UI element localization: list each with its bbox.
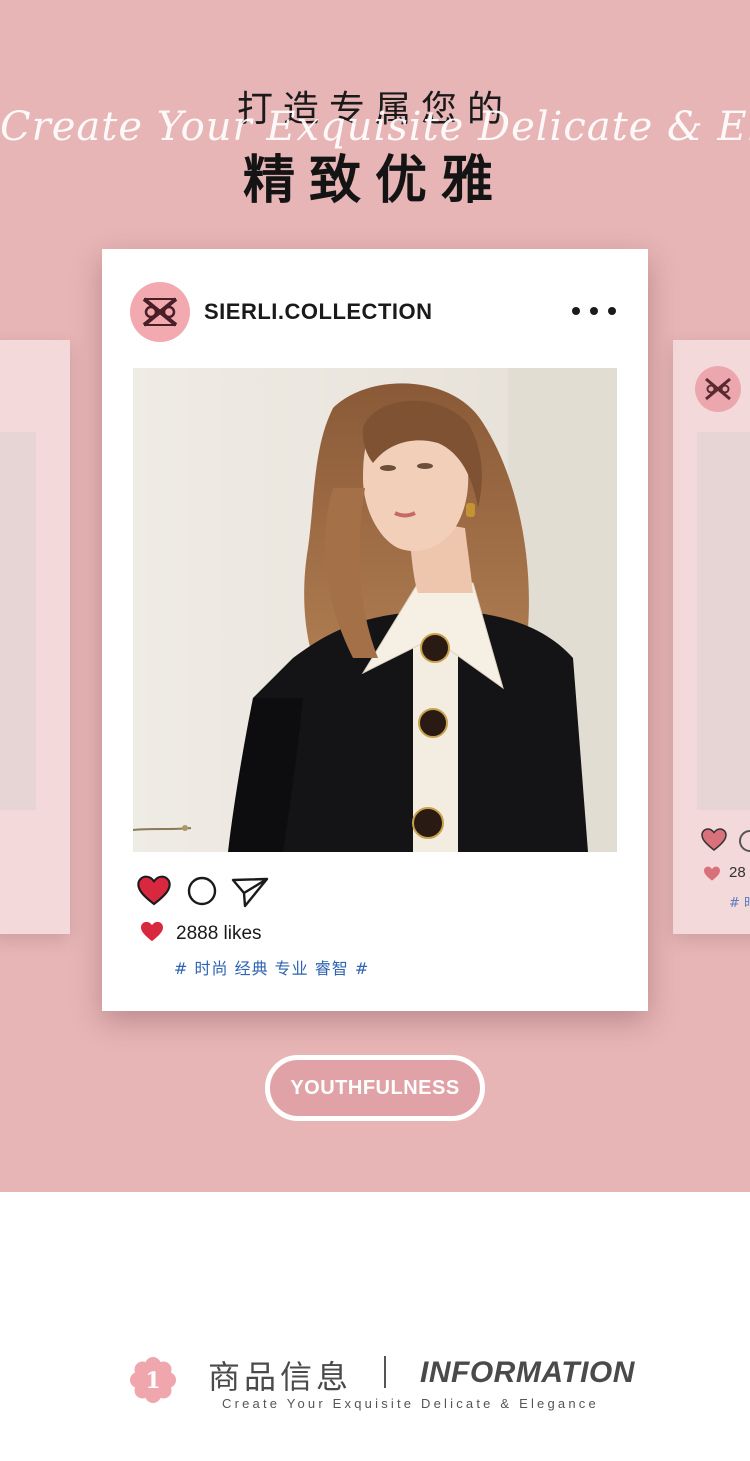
more-dots-icon[interactable] [572, 301, 616, 321]
info-separator [384, 1356, 386, 1388]
ghost-likes-text: 28 [729, 864, 746, 881]
account-handle[interactable]: SIERLI.COLLECTION [204, 299, 433, 325]
hero-section: 打造专属您的 Create Your Exquisite Delicate & … [0, 0, 750, 1192]
headline-line2: 精致优雅 [242, 151, 507, 211]
heart-icon [141, 921, 163, 942]
info-title-en: INFORMATION [420, 1356, 635, 1389]
product-photo [133, 368, 617, 852]
info-subtitle: Create Your Exquisite Delicate & Eleganc… [222, 1396, 599, 1411]
comment-icon [739, 830, 750, 852]
ghost-card-left [0, 340, 70, 934]
post-actions [137, 875, 277, 909]
heart-icon [701, 828, 727, 851]
info-title-cn: 商品信息 [208, 1358, 353, 1396]
flower-number-icon: 1 [130, 1357, 176, 1403]
post-card: SIERLI.COLLECTION 2888 likes # 时尚 经典 专业 … [102, 249, 648, 1011]
heart-icon[interactable] [137, 875, 171, 907]
ghost-card-right: 28 # 时 [673, 340, 750, 934]
brand-monogram-icon [695, 366, 741, 412]
heart-icon [704, 866, 720, 881]
ghost-tag-text: # 时 [729, 896, 750, 911]
likes-count[interactable]: 2888 likes [176, 923, 262, 945]
info-number: 1 [145, 1368, 160, 1394]
likes-row: 2888 likes [140, 921, 440, 945]
ghost-photo-placeholder [697, 432, 750, 810]
brand-monogram-icon[interactable] [130, 282, 190, 342]
ghost-photo-placeholder [0, 432, 36, 810]
share-icon[interactable] [231, 876, 269, 908]
badge-label: YOUTHFULNESS [290, 1076, 460, 1099]
comment-icon[interactable] [187, 876, 217, 906]
youthfulness-badge[interactable]: YOUTHFULNESS [265, 1055, 485, 1121]
hashtags[interactable]: # 时尚 经典 专业 睿智 # [174, 955, 369, 979]
